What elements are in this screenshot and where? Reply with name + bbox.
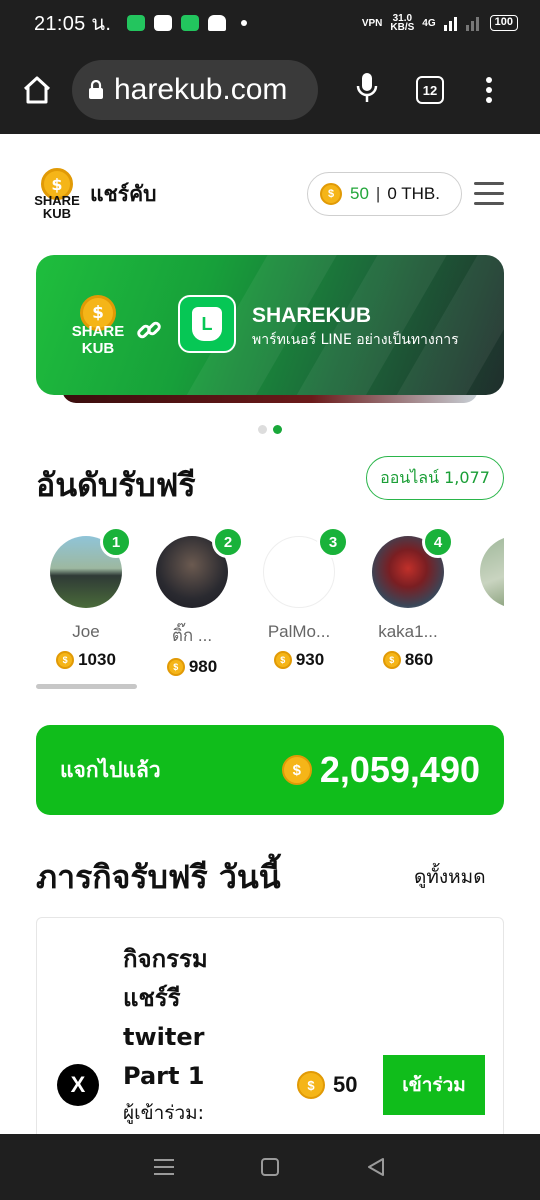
site-logo[interactable]: $ SHARE KUB (34, 168, 80, 220)
rank-name: PalMo... (267, 622, 331, 641)
home-nav-button[interactable] (260, 1158, 279, 1176)
rank-points: $980 (142, 657, 242, 677)
rank-badge: 3 (317, 526, 349, 558)
balance-pill[interactable]: $ 50 | 0 THB. (307, 172, 462, 216)
x-logo-icon: X (57, 1064, 99, 1106)
rank-name: ติ๊ก ... (171, 626, 213, 645)
rank-item[interactable]: 3 PalMo... $930 (249, 526, 349, 670)
network-speed: 31.0 KB/S (390, 14, 415, 33)
carousel-dot[interactable] (258, 425, 267, 434)
brand-name: แชร์คับ (90, 182, 157, 206)
banner-logo-line-1: SHARE (71, 323, 125, 340)
messages-icon (181, 15, 200, 31)
youtube-icon (154, 15, 173, 31)
home-icon (23, 76, 51, 104)
browser-menu-button[interactable] (486, 77, 492, 103)
browser-toolbar: harekub.com 12 (0, 46, 540, 134)
online-count-pill[interactable]: ออนไลน์ 1,077 (366, 456, 504, 500)
notification-icons (127, 15, 248, 31)
car-icon (208, 15, 227, 31)
coin-icon: $ (281, 755, 312, 785)
ranking-scroll-indicator[interactable] (36, 684, 137, 689)
participants-label: ผู้เข้าร่วม: (123, 1102, 205, 1124)
rank-item[interactable]: 4 kaka1... $860 (358, 526, 458, 670)
total-given-banner: แจกไปแล้ว $ 2,059,490 (36, 725, 504, 815)
coin-icon: $ (166, 658, 185, 676)
lock-icon (89, 80, 103, 99)
missions-title: ภารกิจรับฟรี วันนี้ (36, 858, 281, 896)
total-given-label: แจกไปแล้ว (60, 757, 161, 782)
balance-coins: 50 (350, 184, 369, 203)
status-time: 21:05 น. (34, 13, 112, 35)
avatar (480, 536, 504, 608)
see-all-link[interactable]: ดูทั้งหมด (414, 862, 486, 892)
rank-badge: 4 (422, 526, 454, 558)
rank-item[interactable]: 1 Joe $1030 (36, 526, 136, 670)
rank-points: $860 (358, 650, 458, 670)
recent-apps-button[interactable] (153, 1159, 174, 1175)
carousel-indicators (258, 425, 282, 434)
banner-title: SHAREKUB (252, 304, 372, 327)
url-text: harekub.com (114, 73, 288, 106)
coin-icon: $ (382, 651, 401, 669)
app-notification-icon (127, 15, 146, 31)
rank-item[interactable]: 2 ติ๊ก ... $980 (142, 526, 244, 677)
rank-badge: 1 (100, 526, 132, 558)
coin-icon: $ (56, 651, 75, 669)
speed-unit: KB/S (390, 22, 415, 33)
mission-title: กิจกรรม แชร์รี twiter Part 1 (123, 945, 208, 1090)
hamburger-menu-button[interactable] (474, 182, 504, 205)
promo-banner-carousel[interactable]: $ SHARE KUB L SHAREKUB พาร์ทเนอร์ LINE อ… (36, 255, 504, 403)
rank-name: c (466, 622, 504, 642)
join-button[interactable]: เข้าร่วม (383, 1055, 485, 1115)
site-header: $ SHARE KUB แชร์คับ $ 50 | 0 THB. (0, 134, 540, 254)
rank-points: $1030 (36, 650, 136, 670)
banner-subtitle: พาร์ทเนอร์ LINE อย่างเป็นทางการ (252, 332, 459, 348)
ranking-list[interactable]: 1 Joe $1030 2 ติ๊ก ... $980 3 PalMo... $… (36, 526, 504, 686)
banner-sharekub-logo: $ SHARE KUB (70, 295, 126, 357)
coin-icon: $ (297, 1071, 325, 1099)
carousel-dot-active[interactable] (273, 425, 282, 434)
vpn-label: VPN (361, 17, 383, 29)
signal-icon (443, 17, 479, 31)
total-given-value: $ 2,059,490 (281, 749, 480, 791)
link-icon (137, 321, 161, 339)
balance-thb: 0 THB. (387, 184, 440, 203)
coin-icon: $ (320, 183, 342, 205)
line-logo-icon: L (178, 295, 236, 353)
back-nav-button[interactable] (366, 1157, 386, 1177)
voice-search-button[interactable] (356, 72, 378, 108)
rank-badge: 2 (212, 526, 244, 558)
tab-switcher-button[interactable]: 12 (416, 76, 444, 104)
mission-card[interactable]: X กิจกรรม แชร์รี twiter Part 1 ผู้เข้าร่… (36, 917, 504, 1157)
ranking-title: อันดับรับฟรี (36, 466, 196, 504)
promo-banner[interactable]: $ SHARE KUB L SHAREKUB พาร์ทเนอร์ LINE อ… (36, 255, 504, 395)
banner-logo-line-2: KUB (81, 340, 115, 357)
rank-item[interactable]: c $ (466, 526, 504, 668)
status-right: VPN 31.0 KB/S 4G 100 (361, 14, 518, 33)
rank-name: kaka1... (378, 622, 438, 641)
rank-name: Joe (72, 622, 100, 641)
system-navigation-bar (0, 1134, 540, 1200)
battery-icon: 100 (489, 15, 518, 31)
mission-reward: $ 50 (297, 1071, 357, 1099)
more-notifications-dot (241, 20, 248, 26)
rank-points: $930 (249, 650, 349, 670)
home-button[interactable] (22, 75, 52, 105)
microphone-icon (356, 73, 378, 102)
balance-separator: | (375, 184, 381, 203)
address-bar[interactable]: harekub.com (72, 60, 318, 120)
rank-points: $ (466, 650, 504, 668)
logo-line-2: KUB (42, 206, 72, 221)
network-type: 4G (422, 17, 436, 29)
coin-icon: $ (273, 651, 292, 669)
status-bar: 21:05 น. VPN 31.0 KB/S 4G 100 (0, 0, 540, 46)
